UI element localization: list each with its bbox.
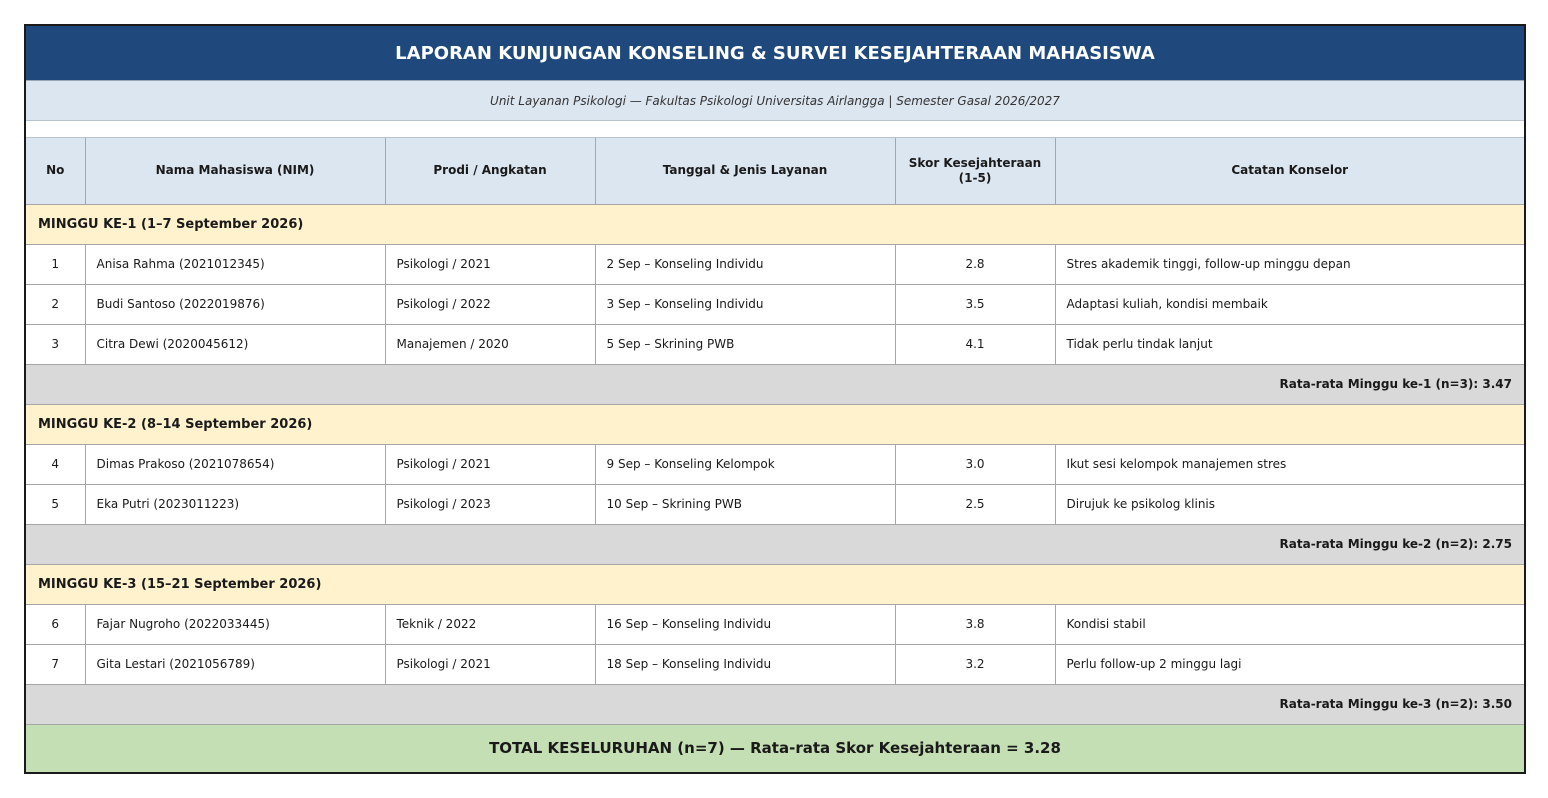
- cell-prodi: Psikologi / 2023: [384, 483, 596, 525]
- week-label: MINGGU KE-1 (1–7 September 2026): [26, 203, 1524, 245]
- cell-name: Fajar Nugroho (2022033445): [84, 603, 386, 645]
- cell-prodi: Psikologi / 2021: [384, 243, 596, 285]
- total-row: TOTAL KESELURUHAN (n=7) — Rata-rata Skor…: [26, 723, 1524, 772]
- table-row: 4 Dimas Prakoso (2021078654) Psikologi /…: [26, 443, 1524, 485]
- counseling-table: No Nama Mahasiswa (NIM) Prodi / Angkatan…: [26, 138, 1524, 772]
- cell-score: 2.5: [894, 483, 1056, 525]
- cell-notes: Ikut sesi kelompok manajemen stres: [1054, 443, 1524, 485]
- spacer-row: [26, 121, 1524, 138]
- cell-service: 10 Sep – Skrining PWB: [594, 483, 896, 525]
- week-header-row: MINGGU KE-1 (1–7 September 2026): [26, 203, 1524, 245]
- column-header-score-line2: (1-5): [958, 170, 992, 185]
- table-row: 2 Budi Santoso (2022019876) Psikologi / …: [26, 283, 1524, 325]
- cell-no: 6: [26, 603, 86, 645]
- cell-score: 3.8: [894, 603, 1056, 645]
- total-summary: TOTAL KESELURUHAN (n=7) — Rata-rata Skor…: [26, 723, 1524, 772]
- cell-score: 3.2: [894, 643, 1056, 685]
- column-header-score-line1: Skor Kesejahteraan: [908, 155, 1042, 170]
- cell-no: 5: [26, 483, 86, 525]
- cell-score: 3.0: [894, 443, 1056, 485]
- week-header-row: MINGGU KE-3 (15–21 September 2026): [26, 563, 1524, 605]
- report-title: LAPORAN KUNJUNGAN KONSELING & SURVEI KES…: [26, 26, 1524, 81]
- cell-service: 5 Sep – Skrining PWB: [594, 323, 896, 365]
- cell-prodi: Psikologi / 2021: [384, 643, 596, 685]
- cell-name: Dimas Prakoso (2021078654): [84, 443, 386, 485]
- cell-prodi: Teknik / 2022: [384, 603, 596, 645]
- report-sheet: LAPORAN KUNJUNGAN KONSELING & SURVEI KES…: [24, 24, 1526, 774]
- column-header-no: No: [26, 138, 86, 205]
- cell-no: 3: [26, 323, 86, 365]
- cell-service: 3 Sep – Konseling Individu: [594, 283, 896, 325]
- cell-service: 16 Sep – Konseling Individu: [594, 603, 896, 645]
- column-header-notes: Catatan Konselor: [1054, 138, 1524, 205]
- week-label: MINGGU KE-2 (8–14 September 2026): [26, 403, 1524, 445]
- column-header-prodi: Prodi / Angkatan: [384, 138, 596, 205]
- cell-notes: Perlu follow-up 2 minggu lagi: [1054, 643, 1524, 685]
- cell-score: 2.8: [894, 243, 1056, 285]
- cell-no: 4: [26, 443, 86, 485]
- week-average-row: Rata-rata Minggu ke-3 (n=2): 3.50: [26, 683, 1524, 725]
- cell-name: Anisa Rahma (2021012345): [84, 243, 386, 285]
- cell-notes: Kondisi stabil: [1054, 603, 1524, 645]
- week-average: Rata-rata Minggu ke-2 (n=2): 2.75: [26, 523, 1524, 565]
- cell-name: Gita Lestari (2021056789): [84, 643, 386, 685]
- cell-prodi: Psikologi / 2022: [384, 283, 596, 325]
- cell-notes: Dirujuk ke psikolog klinis: [1054, 483, 1524, 525]
- week-header-row: MINGGU KE-2 (8–14 September 2026): [26, 403, 1524, 445]
- table-row: 7 Gita Lestari (2021056789) Psikologi / …: [26, 643, 1524, 685]
- cell-notes: Tidak perlu tindak lanjut: [1054, 323, 1524, 365]
- cell-score: 3.5: [894, 283, 1056, 325]
- table-row: 6 Fajar Nugroho (2022033445) Teknik / 20…: [26, 603, 1524, 645]
- week-average: Rata-rata Minggu ke-3 (n=2): 3.50: [26, 683, 1524, 725]
- table-row: 5 Eka Putri (2023011223) Psikologi / 202…: [26, 483, 1524, 525]
- report-subtitle: Unit Layanan Psikologi — Fakultas Psikol…: [26, 81, 1524, 121]
- cell-name: Citra Dewi (2020045612): [84, 323, 386, 365]
- cell-notes: Adaptasi kuliah, kondisi membaik: [1054, 283, 1524, 325]
- cell-no: 1: [26, 243, 86, 285]
- cell-notes: Stres akademik tinggi, follow-up minggu …: [1054, 243, 1524, 285]
- cell-service: 18 Sep – Konseling Individu: [594, 643, 896, 685]
- week-average: Rata-rata Minggu ke-1 (n=3): 3.47: [26, 363, 1524, 405]
- week-label: MINGGU KE-3 (15–21 September 2026): [26, 563, 1524, 605]
- cell-score: 4.1: [894, 323, 1056, 365]
- column-header-score: Skor Kesejahteraan (1-5): [894, 138, 1056, 205]
- cell-no: 7: [26, 643, 86, 685]
- week-average-row: Rata-rata Minggu ke-1 (n=3): 3.47: [26, 363, 1524, 405]
- column-header-name: Nama Mahasiswa (NIM): [84, 138, 386, 205]
- cell-service: 9 Sep – Konseling Kelompok: [594, 443, 896, 485]
- cell-name: Budi Santoso (2022019876): [84, 283, 386, 325]
- cell-prodi: Psikologi / 2021: [384, 443, 596, 485]
- cell-service: 2 Sep – Konseling Individu: [594, 243, 896, 285]
- table-row: 1 Anisa Rahma (2021012345) Psikologi / 2…: [26, 243, 1524, 285]
- cell-no: 2: [26, 283, 86, 325]
- cell-name: Eka Putri (2023011223): [84, 483, 386, 525]
- table-row: 3 Citra Dewi (2020045612) Manajemen / 20…: [26, 323, 1524, 365]
- table-header-row: No Nama Mahasiswa (NIM) Prodi / Angkatan…: [26, 138, 1524, 205]
- week-average-row: Rata-rata Minggu ke-2 (n=2): 2.75: [26, 523, 1524, 565]
- cell-prodi: Manajemen / 2020: [384, 323, 596, 365]
- column-header-service: Tanggal & Jenis Layanan: [594, 138, 896, 205]
